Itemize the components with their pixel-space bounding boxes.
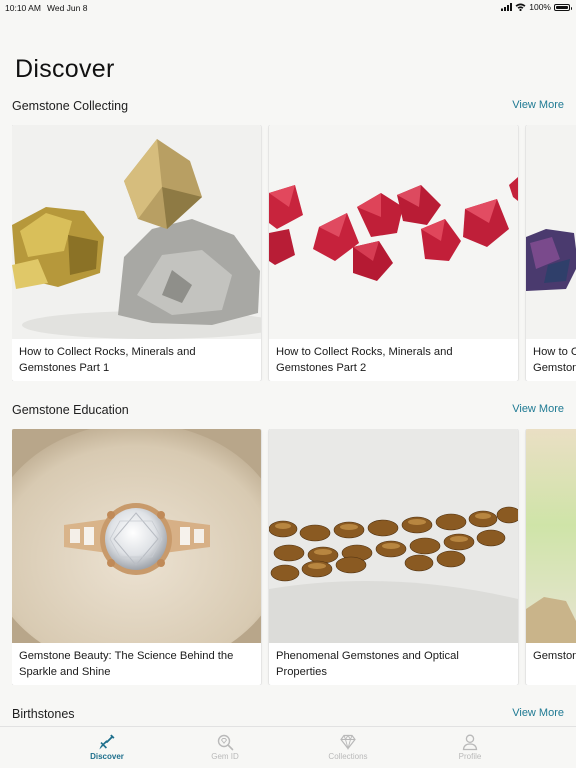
card-carousel-gemstone-education[interactable]: Gemstone Beauty: The Science Behind the … <box>12 429 576 685</box>
diamond-ring-photo <box>12 429 261 643</box>
article-card[interactable]: How to Collect Rocks, Minerals and Gemst… <box>269 125 518 381</box>
card-title: How to Collect Rocks, Minerals and Gemst… <box>276 344 510 376</box>
person-icon <box>461 733 479 751</box>
article-card[interactable]: Gemstone <box>526 429 576 685</box>
tab-discover[interactable]: Discover <box>62 733 152 767</box>
battery-percentage: 100% <box>529 2 551 12</box>
view-more-link[interactable]: View More <box>512 707 564 719</box>
tab-bar: Discover Gem ID Collections Profile <box>0 726 576 768</box>
status-time: 10:10 AM <box>5 3 41 13</box>
gem-search-icon <box>216 733 234 751</box>
tab-label: Gem ID <box>180 752 270 761</box>
green-gradient-photo <box>526 429 576 643</box>
card-title: Phenomenal Gemstones and Optical Propert… <box>276 648 510 680</box>
article-card[interactable]: How to Collect Rocks, Minerals and Gemst… <box>526 125 576 381</box>
cellular-signal-icon <box>501 3 512 11</box>
diamond-icon <box>339 733 357 751</box>
wifi-icon <box>515 3 526 11</box>
tab-gem-id[interactable]: Gem ID <box>180 733 270 767</box>
card-title: How to Collect Rocks, Minerals and Gemst… <box>533 344 576 376</box>
article-card[interactable]: Phenomenal Gemstones and Optical Propert… <box>269 429 518 685</box>
view-more-link[interactable]: View More <box>512 403 564 415</box>
status-indicators: 100% <box>501 2 570 12</box>
section-title: Birthstones <box>12 707 75 721</box>
card-carousel-gemstone-collecting[interactable]: How to Collect Rocks, Minerals and Gemst… <box>12 125 576 381</box>
pyrite-specimen-photo <box>12 125 261 339</box>
view-more-link[interactable]: View More <box>512 99 564 111</box>
section-header-birthstones: Birthstones View More <box>12 707 564 725</box>
status-bar: 10:10 AM Wed Jun 8 100% <box>0 0 576 14</box>
tab-label: Discover <box>62 752 152 761</box>
card-title: Gemstone <box>533 648 576 664</box>
status-date: Wed Jun 8 <box>47 3 87 13</box>
section-title: Gemstone Education <box>12 403 129 417</box>
tab-profile[interactable]: Profile <box>425 733 515 767</box>
card-title: Gemstone Beauty: The Science Behind the … <box>19 648 253 680</box>
tab-label: Profile <box>425 752 515 761</box>
page-title: Discover <box>15 55 115 84</box>
shovel-icon <box>98 733 116 751</box>
article-card[interactable]: How to Collect Rocks, Minerals and Gemst… <box>12 125 261 381</box>
card-title: How to Collect Rocks, Minerals and Gemst… <box>19 344 253 376</box>
tab-label: Collections <box>303 752 393 761</box>
tigers-eye-beads-photo <box>269 429 518 643</box>
article-card[interactable]: Gemstone Beauty: The Science Behind the … <box>12 429 261 685</box>
red-spinel-crystals-photo <box>269 125 518 339</box>
section-header-gemstone-education: Gemstone Education View More <box>12 403 564 421</box>
tab-collections[interactable]: Collections <box>303 733 393 767</box>
battery-icon <box>554 4 570 11</box>
iridescent-rock-photo <box>526 125 576 339</box>
section-header-gemstone-collecting: Gemstone Collecting View More <box>12 99 564 117</box>
section-title: Gemstone Collecting <box>12 99 128 113</box>
